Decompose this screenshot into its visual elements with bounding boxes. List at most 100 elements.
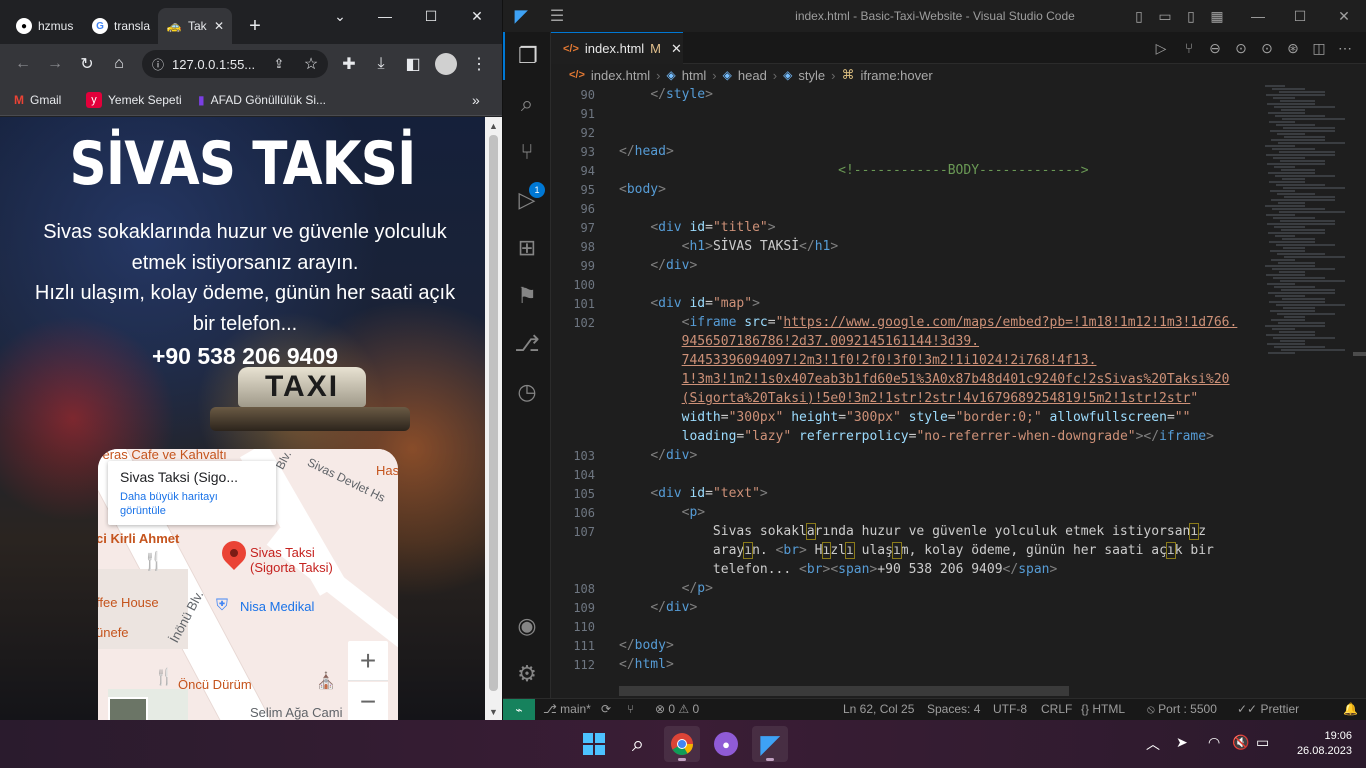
taskbar-chrome[interactable] — [664, 726, 700, 762]
breadcrumb-item[interactable]: index.html — [591, 68, 650, 83]
larger-map-link[interactable]: Daha büyük haritayı görüntüle — [120, 490, 264, 518]
run-debug-icon[interactable]: ▷ — [503, 176, 551, 224]
code-line[interactable]: </head> — [619, 144, 674, 159]
avatar[interactable] — [433, 52, 459, 76]
battery-icon[interactable]: ▭ — [1256, 734, 1269, 751]
wifi-icon[interactable]: ◠ — [1208, 734, 1220, 751]
scroll-up-icon[interactable]: ▲ — [485, 117, 502, 134]
close-tab-icon[interactable]: ✕ — [214, 19, 224, 33]
tab-translate[interactable]: G transla — [84, 8, 156, 44]
bookmarks-overflow[interactable]: » — [472, 90, 480, 110]
code-line[interactable]: </div> — [619, 258, 697, 273]
bookmarks-icon[interactable]: ⚑ — [503, 272, 551, 320]
minimize-button[interactable]: — — [1243, 6, 1273, 26]
code-line[interactable]: </p> — [619, 581, 713, 596]
share-icon[interactable]: ⇪ — [266, 52, 292, 76]
code-line[interactable]: <iframe src="https://www.google.com/maps… — [619, 315, 1238, 330]
code-line[interactable]: 1!3m3!1m2!1s0x407eab3b1fd60e51%3A0x87b48… — [619, 372, 1230, 387]
home-icon[interactable]: ⌂ — [106, 52, 132, 76]
git-lens-icon[interactable]: ⊛ — [1283, 38, 1303, 58]
taskbar-github-desktop[interactable]: ● — [708, 726, 744, 762]
embedded-map[interactable]: Teras Cafe ve Kahvaltı Has ci Kirli Ahme… — [98, 449, 398, 720]
next-change-icon[interactable]: ⊙ — [1257, 38, 1277, 58]
minimap[interactable] — [1255, 85, 1351, 385]
zoom-out-button[interactable]: − — [348, 682, 388, 720]
code-editor[interactable]: 90 </style> 91 92 93 </head> 94 <!-----------… — [551, 85, 1251, 695]
bookmark-gmail[interactable]: M Gmail — [14, 90, 61, 110]
toggle-panel-icon[interactable]: ▭ — [1155, 6, 1175, 26]
code-line[interactable]: </div> — [619, 448, 697, 463]
new-tab-button[interactable]: + — [238, 8, 272, 44]
code-line[interactable]: <div id="title"> — [619, 220, 775, 235]
end-of-line[interactable]: CRLF — [1041, 702, 1072, 716]
search-icon[interactable]: ⌕ — [503, 80, 551, 128]
maximize-button[interactable]: ☐ — [416, 4, 446, 28]
maximize-button[interactable]: ☐ — [1285, 6, 1315, 26]
code-line[interactable]: </div> — [619, 600, 697, 615]
zoom-in-button[interactable]: + — [348, 641, 388, 681]
breadcrumb-item[interactable]: html — [682, 68, 707, 83]
editor-scrollbar[interactable] — [1353, 352, 1366, 356]
settings-gear-icon[interactable]: ⚙ — [503, 650, 551, 698]
cursor-position[interactable]: Ln 62, Col 25 — [843, 702, 914, 716]
code-line[interactable]: 9456507186786!2d37.0092145161144!3d39. — [619, 334, 979, 349]
tab-search-icon[interactable]: ⌄ — [325, 4, 355, 28]
back-icon[interactable]: ← — [10, 52, 36, 76]
indentation[interactable]: Spaces: 4 — [927, 702, 980, 716]
open-changes-icon[interactable]: ⊖ — [1205, 38, 1225, 58]
code-line[interactable]: <div id="text"> — [619, 486, 767, 501]
side-panel-icon[interactable]: ◧ — [400, 52, 426, 76]
tab-index-html[interactable]: </> index.html M ✕ — [551, 32, 683, 64]
account-icon[interactable]: ◉ — [503, 602, 551, 650]
code-line[interactable]: <p> — [619, 505, 705, 520]
code-line[interactable]: 7445339609409​7!2m3!1f0!2f0!3f0!3m2!1i10… — [619, 353, 1097, 368]
code-line[interactable]: <!------------BODY-------------> — [619, 163, 1088, 178]
code-line[interactable]: </style> — [619, 87, 713, 102]
extensions-icon[interactable]: ⊞ — [503, 224, 551, 272]
volume-muted-icon[interactable]: 🔇 — [1232, 734, 1249, 751]
source-control-icon[interactable]: ⑂ — [503, 128, 551, 176]
git-graph-icon[interactable]: ⎇ — [503, 320, 551, 368]
code-line[interactable]: </body> — [619, 638, 674, 653]
toggle-sidebar-icon[interactable]: ▯ — [1129, 6, 1149, 26]
system-clock[interactable]: 19:06 26.08.2023 — [1286, 729, 1352, 759]
explorer-icon[interactable]: ❐ — [503, 32, 551, 80]
minimize-button[interactable]: — — [370, 4, 400, 28]
breadcrumb-item[interactable]: head — [738, 68, 767, 83]
forward-icon[interactable]: → — [42, 52, 68, 76]
satellite-thumbnail[interactable] — [108, 697, 148, 720]
menu-icon[interactable]: ⋮ — [466, 52, 492, 76]
close-tab-icon[interactable]: ✕ — [671, 41, 682, 57]
split-editor-icon[interactable]: ◫ — [1309, 38, 1329, 58]
branch-status[interactable]: ⎇ main* — [543, 702, 591, 716]
scroll-thumb[interactable] — [489, 135, 498, 691]
tab-github[interactable]: ● hzmus — [8, 8, 82, 44]
horizontal-scrollbar[interactable] — [619, 686, 1069, 696]
live-server-port[interactable]: ⦸ Port : 5500 — [1147, 702, 1217, 717]
code-line[interactable]: (Sigorta%20Taksi)!5e0!3m2!1str!2str!4v16… — [619, 391, 1199, 406]
close-window-button[interactable]: ✕ — [1329, 6, 1359, 26]
bookmark-yemek-sepeti[interactable]: y Yemek Sepeti — [86, 90, 182, 110]
extensions-icon[interactable]: ✚ — [336, 52, 362, 76]
code-line[interactable]: <body> — [619, 182, 666, 197]
remote-icon[interactable]: ⌁ — [503, 699, 535, 721]
prettier-status[interactable]: ✓✓ Prettier — [1237, 702, 1299, 716]
site-info-icon[interactable]: ⓘ — [152, 56, 164, 73]
code-line[interactable]: arayın. <br> Hızlı ulaşım, kolay ödeme, … — [619, 542, 1214, 559]
close-window-button[interactable]: ✕ — [462, 4, 492, 28]
scroll-down-icon[interactable]: ▼ — [485, 703, 502, 720]
location-icon[interactable]: ➤ — [1176, 734, 1188, 751]
start-button[interactable] — [576, 726, 612, 762]
sync-icon[interactable]: ⟳ — [601, 702, 611, 716]
git-graph-status-icon[interactable]: ⑂ — [627, 702, 634, 716]
code-line[interactable]: <div id="map"> — [619, 296, 760, 311]
code-line[interactable]: loading="lazy" referrerpolicy="no-referr… — [619, 429, 1214, 444]
run-icon[interactable]: ▷ — [1151, 38, 1171, 58]
previous-change-icon[interactable]: ⊙ — [1231, 38, 1251, 58]
language-mode[interactable]: {} HTML — [1081, 702, 1125, 716]
code-line[interactable]: </html> — [619, 657, 674, 672]
bookmark-afad[interactable]: ▮ AFAD Gönüllülük Si... — [198, 90, 326, 110]
reload-icon[interactable]: ↻ — [74, 52, 100, 76]
show-hidden-icons[interactable]: ︿ — [1146, 734, 1160, 754]
notifications-icon[interactable]: 🔔 — [1343, 702, 1358, 716]
